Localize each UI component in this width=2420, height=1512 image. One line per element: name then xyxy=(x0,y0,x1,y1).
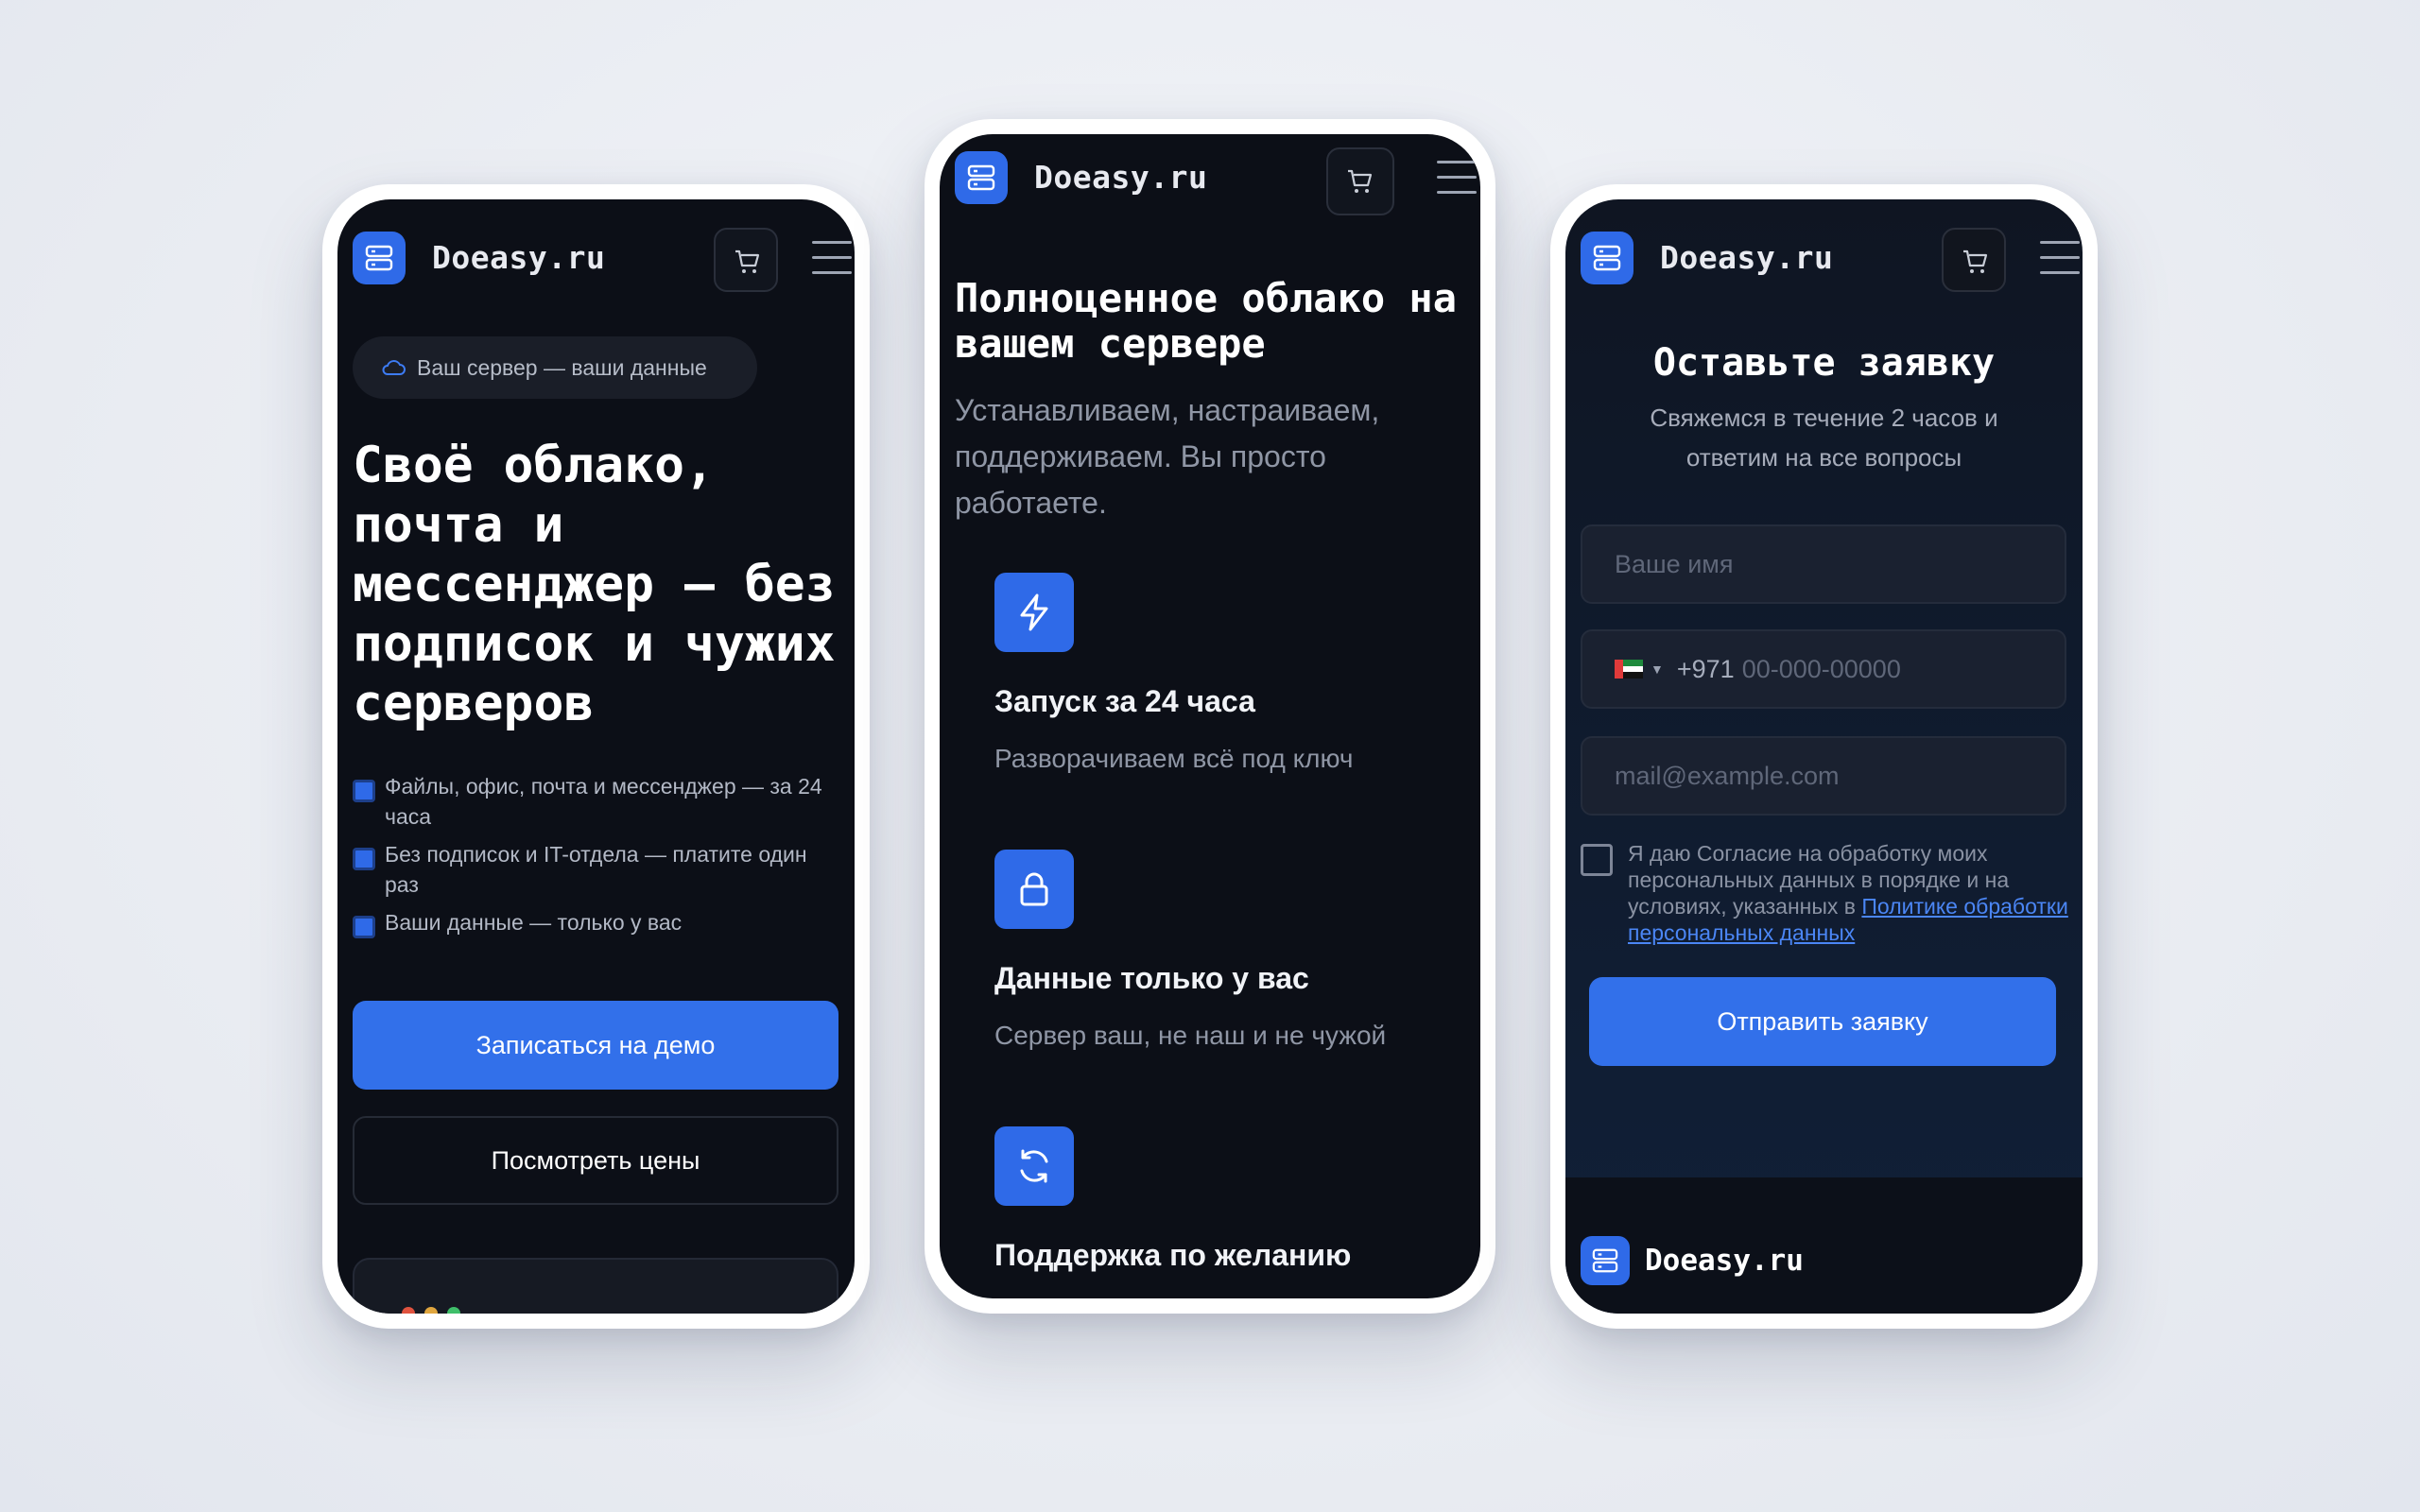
hero-badge-text: Ваш сервер — ваши данные xyxy=(417,354,707,380)
phone-mockup-form: Doeasy.ru Оставьте заявку Свяжемся в теч… xyxy=(1550,184,2098,1329)
chevron-down-icon[interactable]: ▼ xyxy=(1651,662,1664,677)
footer-brand-name[interactable]: Doeasy.ru xyxy=(1645,1244,1804,1278)
phone-screen: Doeasy.ru Полноценное облако на вашем се… xyxy=(940,134,1480,1298)
window-dots xyxy=(402,1307,460,1314)
cart-icon xyxy=(1348,169,1373,193)
hamburger-menu-icon[interactable] xyxy=(812,241,852,279)
email-placeholder: mail@example.com xyxy=(1615,761,1840,790)
server-icon[interactable] xyxy=(955,151,1008,204)
feature-title: Поддержка по желанию xyxy=(994,1238,1352,1272)
cart-button[interactable] xyxy=(714,228,778,292)
refresh-icon xyxy=(994,1126,1074,1206)
server-icon[interactable] xyxy=(353,232,406,284)
consent-text: Я даю Согласие на обработку моих персона… xyxy=(1628,840,2072,946)
cloud-icon xyxy=(382,360,406,375)
submit-request-button[interactable]: Отправить заявку xyxy=(1589,977,2056,1066)
feature-item: Данные только у вас Сервер ваш, не наш и… xyxy=(994,850,1467,1051)
phone-field[interactable]: ▼ +971 00-000-00000 xyxy=(1581,629,2066,709)
hamburger-menu-icon[interactable] xyxy=(1437,161,1477,198)
list-item: Ваши данные — только у вас xyxy=(353,907,835,938)
list-item: Файлы, офис, почта и мессенджер — за 24 … xyxy=(353,771,835,832)
cart-button[interactable] xyxy=(1326,147,1394,215)
name-placeholder: Ваше имя xyxy=(1615,549,1734,578)
preview-card xyxy=(353,1258,838,1314)
phone-mockup-hero: Doeasy.ru Ваш сервер — ваши данные Своё … xyxy=(322,184,870,1329)
site-header: Doeasy.ru xyxy=(1581,228,2083,294)
server-icon[interactable] xyxy=(1581,232,1634,284)
feature-description: Сервер ваш, не наш и не чужой xyxy=(994,1021,1387,1050)
list-item: Без подписок и IT-отдела — платите один … xyxy=(353,839,835,900)
cart-button[interactable] xyxy=(1942,228,2006,292)
feature-item: Поддержка по желанию xyxy=(994,1126,1467,1273)
name-field[interactable]: Ваше имя xyxy=(1581,524,2066,604)
feature-title: Запуск за 24 часа xyxy=(994,684,1255,718)
benefit-list: Файлы, офис, почта и мессенджер — за 24 … xyxy=(353,771,835,945)
brand-name[interactable]: Doeasy.ru xyxy=(1034,159,1207,196)
brand-name[interactable]: Doeasy.ru xyxy=(432,239,605,276)
hero-badge: Ваш сервер — ваши данные xyxy=(353,336,757,399)
form-title: Оставьте заявку xyxy=(1652,341,1996,385)
feature-title: Данные только у вас xyxy=(994,961,1309,995)
hamburger-menu-icon[interactable] xyxy=(2040,241,2080,279)
hero-title: Своё облако, почта и мессенджер — без по… xyxy=(353,437,836,732)
cart-icon xyxy=(1963,249,1988,273)
form-subtitle: Свяжемся в течение 2 часов и ответим на … xyxy=(1650,404,1998,472)
site-header: Doeasy.ru xyxy=(353,228,855,294)
phone-screen: Doeasy.ru Ваш сервер — ваши данные Своё … xyxy=(337,199,855,1314)
phone-screen: Doeasy.ru Оставьте заявку Свяжемся в теч… xyxy=(1565,199,2083,1314)
section-title: Полноценное облако на вашем сервере xyxy=(955,275,1458,367)
cart-icon xyxy=(735,249,760,273)
lightning-icon xyxy=(994,573,1074,652)
section-subtitle: Устанавливаем, настраиваем, поддерживаем… xyxy=(955,393,1380,520)
phone-mockup-features: Doeasy.ru Полноценное облако на вашем се… xyxy=(925,119,1495,1314)
server-icon[interactable] xyxy=(1581,1236,1630,1285)
book-demo-button[interactable]: Записаться на демо xyxy=(353,1001,838,1090)
consent-checkbox[interactable] xyxy=(1581,844,1613,876)
lock-icon xyxy=(994,850,1074,929)
phone-placeholder: 00-000-00000 xyxy=(1741,654,1901,683)
site-footer: Doeasy.ru xyxy=(1565,1177,2083,1314)
feature-description: Разворачиваем всё под ключ xyxy=(994,744,1354,773)
uae-flag-icon[interactable] xyxy=(1615,660,1643,679)
feature-item: Запуск за 24 часа Разворачиваем всё под … xyxy=(994,573,1467,774)
phone-country-code: +971 xyxy=(1676,654,1735,683)
email-field[interactable]: mail@example.com xyxy=(1581,736,2066,816)
view-prices-button[interactable]: Посмотреть цены xyxy=(353,1116,838,1205)
site-header: Doeasy.ru xyxy=(955,147,1480,215)
brand-name[interactable]: Doeasy.ru xyxy=(1660,239,1833,276)
